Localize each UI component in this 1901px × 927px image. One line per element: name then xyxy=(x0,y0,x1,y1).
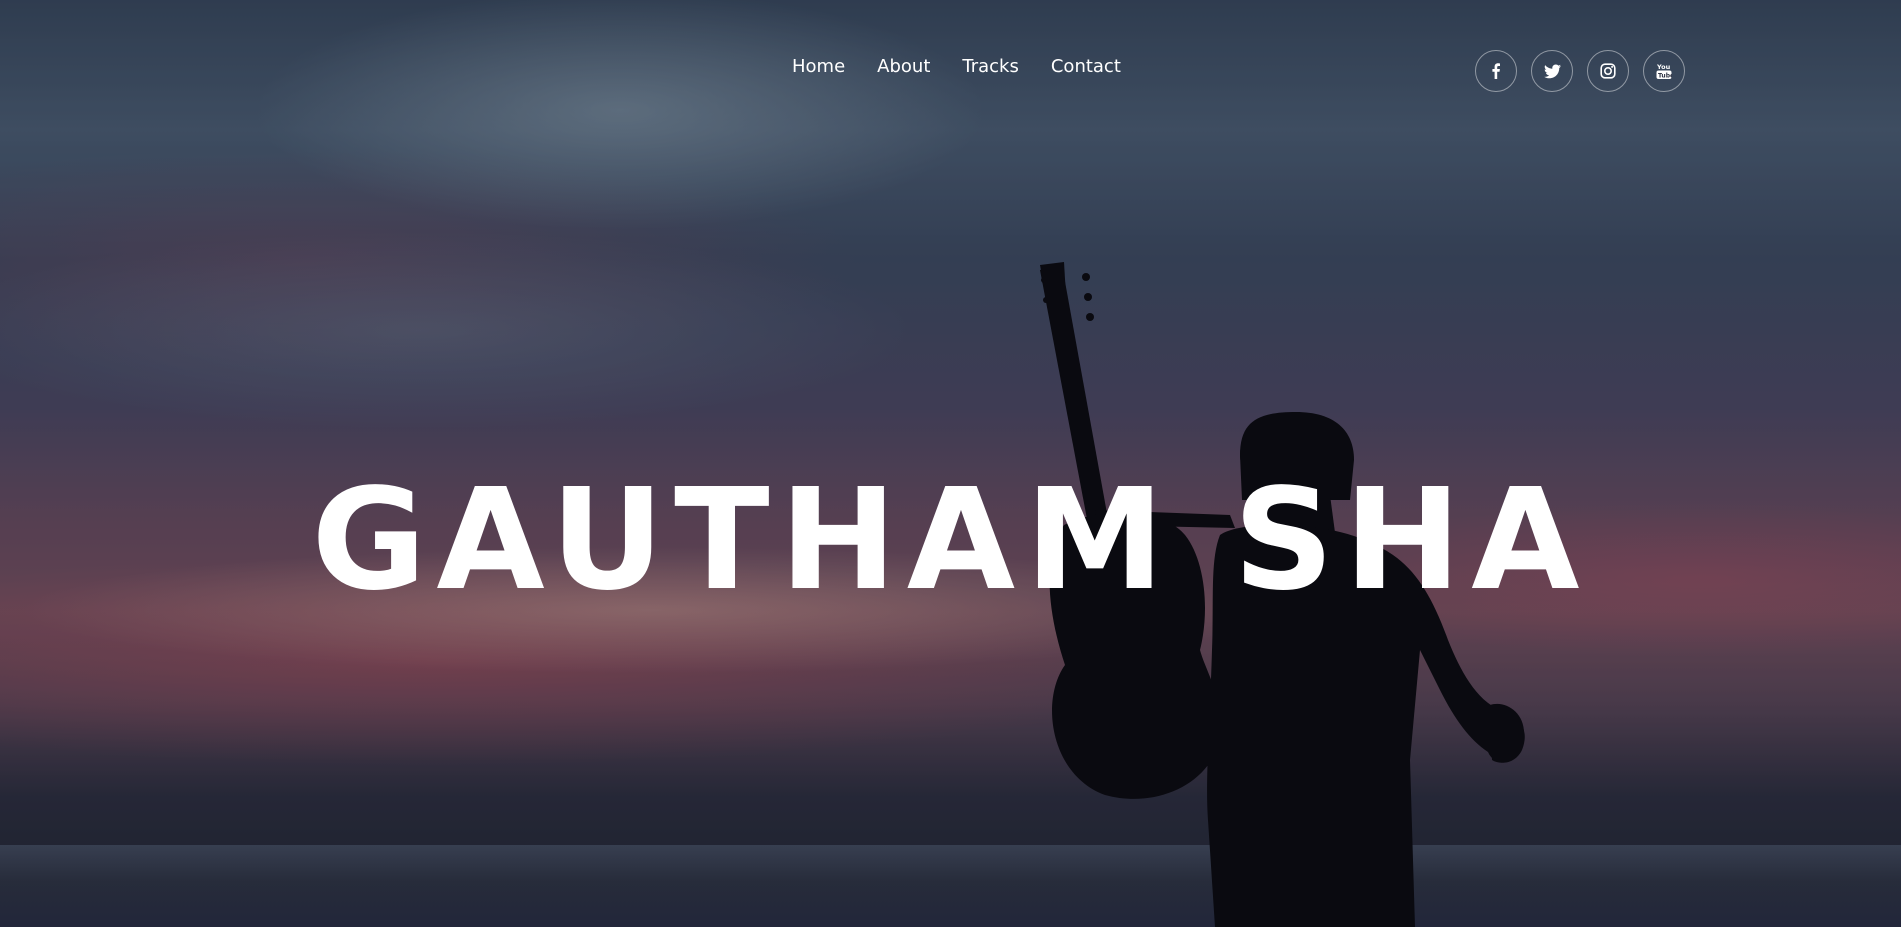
youtube-button[interactable]: You Tube xyxy=(1643,50,1685,92)
youtube-icon: You Tube xyxy=(1656,63,1672,79)
nav-item-contact: Contact xyxy=(1051,56,1121,77)
twitter-button[interactable] xyxy=(1531,50,1573,92)
svg-text:You: You xyxy=(1656,63,1671,71)
facebook-icon xyxy=(1492,63,1500,79)
nav-link-home[interactable]: Home xyxy=(792,56,845,77)
nav-item-tracks: Tracks xyxy=(962,56,1018,77)
instagram-icon xyxy=(1600,63,1616,79)
hero-section: Home About Tracks Contact You Tub GAUTHA… xyxy=(0,0,1901,927)
social-links: You Tube xyxy=(1475,50,1685,92)
nav-item-home: Home xyxy=(792,56,845,77)
instagram-button[interactable] xyxy=(1587,50,1629,92)
facebook-button[interactable] xyxy=(1475,50,1517,92)
top-navigation: Home About Tracks Contact You Tub xyxy=(0,50,1901,92)
nav-link-contact[interactable]: Contact xyxy=(1051,56,1121,77)
twitter-icon xyxy=(1543,63,1561,78)
nav-link-tracks[interactable]: Tracks xyxy=(962,56,1018,77)
nav-item-about: About xyxy=(877,56,930,77)
svg-text:Tube: Tube xyxy=(1658,72,1672,79)
hero-title: GAUTHAM SHA xyxy=(311,459,1590,622)
nav-menu: Home About Tracks Contact xyxy=(792,56,1121,77)
nav-link-about[interactable]: About xyxy=(877,56,930,77)
